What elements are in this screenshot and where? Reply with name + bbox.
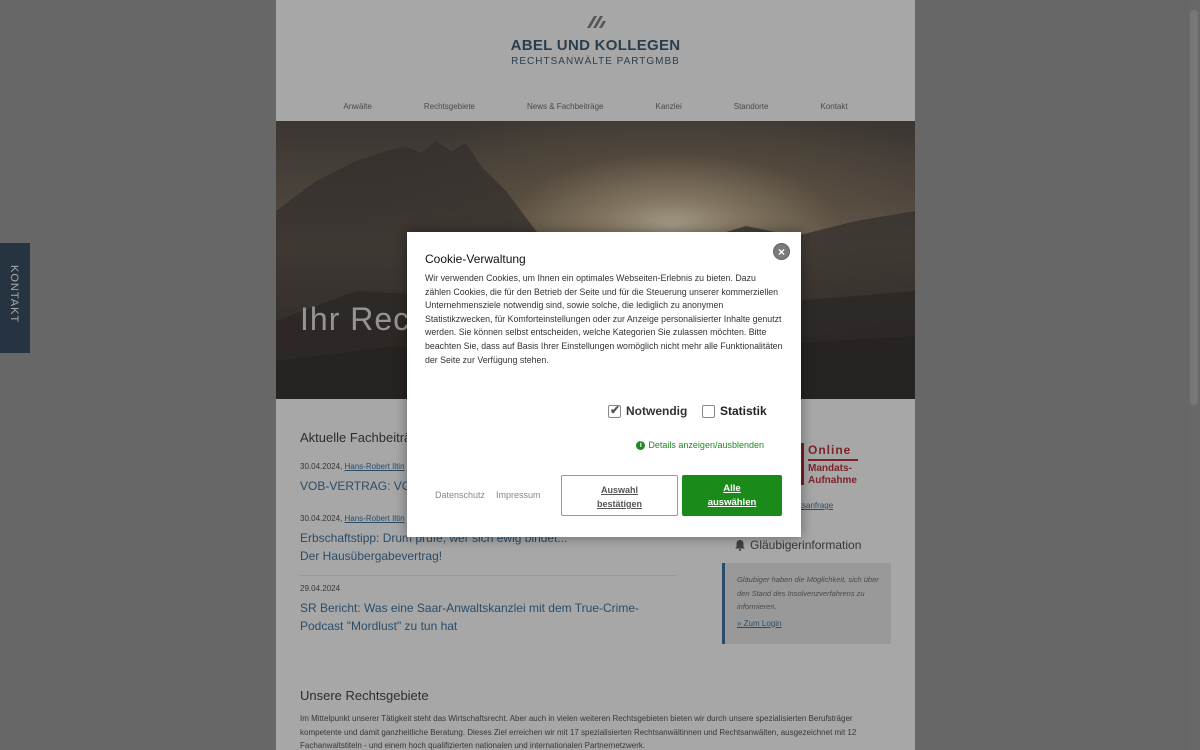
confirm-selection-button[interactable]: Auswahl bestätigen xyxy=(561,475,678,516)
cookie-dialog: × Cookie-Verwaltung Wir verwenden Cookie… xyxy=(407,232,801,537)
necessary-checkbox[interactable] xyxy=(608,403,621,418)
statistics-label: Statistik xyxy=(720,404,767,418)
privacy-link[interactable]: Datenschutz xyxy=(435,490,485,500)
option-statistics[interactable]: Statistik xyxy=(702,404,767,418)
imprint-link[interactable]: Impressum xyxy=(496,490,541,500)
close-icon[interactable]: × xyxy=(773,243,790,260)
info-icon: i xyxy=(636,440,646,450)
option-necessary[interactable]: Notwendig xyxy=(608,403,688,418)
confirm-label-line2: bestätigen xyxy=(596,499,642,509)
statistics-checkbox[interactable] xyxy=(702,404,715,418)
confirm-label-line1: Auswahl xyxy=(600,485,638,495)
necessary-label: Notwendig xyxy=(626,404,688,418)
select-all-label-line2: auswählen xyxy=(707,497,757,508)
select-all-button[interactable]: Alle auswählen xyxy=(682,475,782,516)
cookie-title: Cookie-Verwaltung xyxy=(425,252,526,266)
select-all-label-line1: Alle xyxy=(723,483,741,494)
details-label: Details anzeigen/ausblenden xyxy=(648,440,764,450)
details-toggle-link[interactable]: i Details anzeigen/ausblenden xyxy=(636,440,764,450)
cookie-text: Wir verwenden Cookies, um Ihnen ein opti… xyxy=(425,273,783,365)
